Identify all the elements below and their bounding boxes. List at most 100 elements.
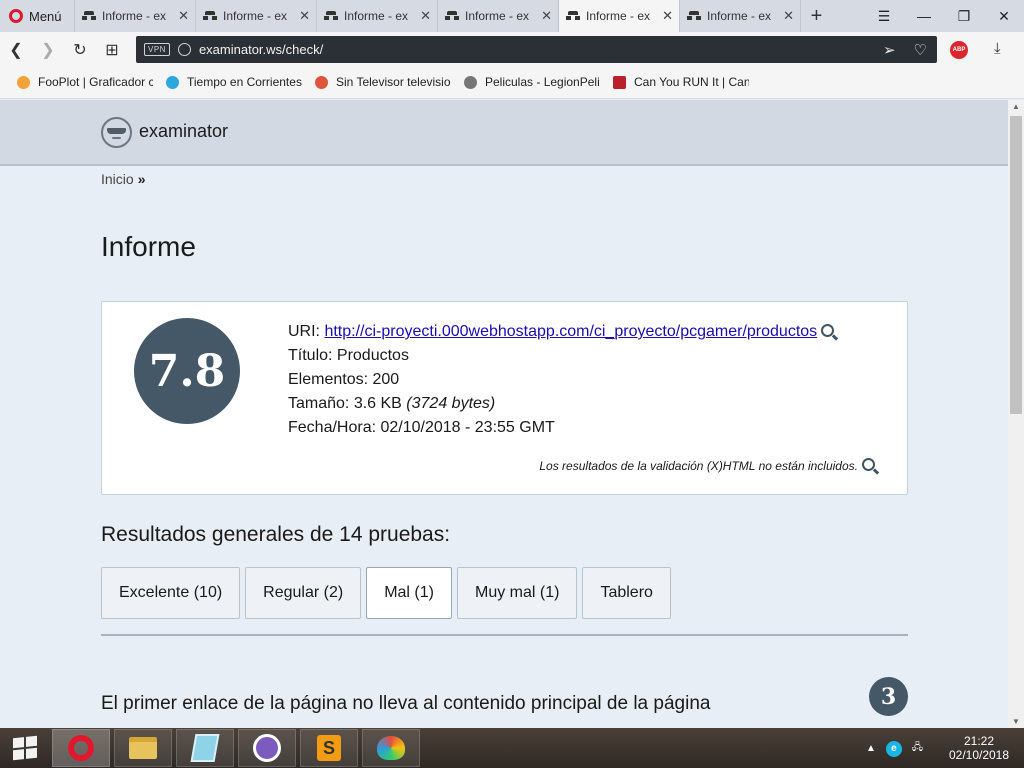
cat-app-icon <box>253 734 281 762</box>
page-scrollbar[interactable]: ▲ ▼ <box>1008 100 1024 728</box>
elements-line: Elementos: 200 <box>288 371 400 388</box>
bookmark-heart-icon[interactable]: ♡ <box>914 41 927 59</box>
filter-muy-mal[interactable]: Muy mal (1) <box>456 567 578 619</box>
notepad-icon <box>190 734 220 762</box>
bookmarks-bar: FooPlot | Graficador c Tiempo en Corrien… <box>0 68 1024 99</box>
new-tab-button[interactable]: + <box>800 0 832 32</box>
filter-tablero[interactable]: Tablero <box>582 567 671 619</box>
spy-icon <box>202 11 218 21</box>
taskbar-clock[interactable]: 21:22 02/10/2018 <box>944 734 1014 762</box>
taskbar-sublime[interactable]: S <box>300 729 358 767</box>
restore-icon[interactable]: ❐ <box>944 0 984 32</box>
tray-e-icon[interactable]: e <box>885 740 902 757</box>
results-filter-tabs: Excelente (10) Regular (2) Mal (1) Muy m… <box>101 567 671 619</box>
scroll-down-icon[interactable]: ▼ <box>1012 717 1020 726</box>
uri-label: URI: <box>288 323 320 340</box>
uri-line: URI: http://ci-proyecti.000webhostapp.co… <box>288 320 835 344</box>
bookmark-canyourunit[interactable]: Can You RUN It | Can <box>613 75 749 89</box>
taskbar-paint[interactable] <box>362 729 420 767</box>
sublime-text-icon: S <box>317 735 341 761</box>
tab-1[interactable]: Informe - ex ✕ <box>74 0 195 32</box>
spy-icon <box>444 11 460 21</box>
send-icon[interactable]: ➢ <box>883 41 896 59</box>
scroll-up-icon[interactable]: ▲ <box>1012 102 1020 111</box>
paint-icon <box>377 736 405 760</box>
tab-close-icon[interactable]: ✕ <box>420 8 431 24</box>
tab-6[interactable]: Informe - ex ✕ <box>679 0 800 32</box>
window-controls: ☰ — ❐ ✕ <box>864 0 1024 32</box>
reload-icon[interactable]: ↻ <box>64 40 96 60</box>
validation-note: Los resultados de la validación (X)HTML … <box>539 458 875 473</box>
taskbar-opera[interactable] <box>52 729 110 767</box>
download-icon[interactable]: ⤓ <box>994 40 1001 57</box>
datetime-line: Fecha/Hora: 02/10/2018 - 23:55 GMT <box>288 419 555 436</box>
tab-close-icon[interactable]: ✕ <box>783 8 794 24</box>
magnifier-icon[interactable] <box>821 324 835 337</box>
spy-logo-icon[interactable] <box>101 117 132 148</box>
filter-excelente[interactable]: Excelente (10) <box>101 567 241 619</box>
tray-chevron-icon[interactable]: ▲ <box>866 743 876 754</box>
site-logo-text[interactable]: examinator <box>139 121 228 142</box>
back-icon[interactable]: ❮ <box>0 40 32 60</box>
breadcrumb: Inicio» <box>101 171 145 187</box>
fooplot-icon <box>17 75 30 89</box>
issue-count-badge: 3 <box>869 677 908 716</box>
title-line: Título: Productos <box>288 347 409 364</box>
page-title: Informe <box>101 231 196 262</box>
report-card: 7.8 URI: http://ci-proyecti.000webhostap… <box>101 301 908 495</box>
url-text[interactable]: examinator.ws/check/ <box>199 42 875 57</box>
size-line: Tamaño: 3.6 KB (3724 bytes) <box>288 392 834 416</box>
network-icon[interactable]: 🖧 <box>912 740 923 757</box>
taskbar-cat-app[interactable] <box>238 729 296 767</box>
magnifier-icon[interactable] <box>862 458 875 471</box>
browser-tab-strip: Menú Informe - ex ✕ Informe - ex ✕ Infor… <box>0 0 1024 32</box>
taskbar-notepad[interactable] <box>176 729 234 767</box>
close-window-icon[interactable]: ✕ <box>984 0 1024 32</box>
vpn-badge[interactable]: VPN <box>144 43 170 56</box>
tab-close-icon[interactable]: ✕ <box>299 8 310 24</box>
tab-menu-icon[interactable]: ☰ <box>864 0 904 32</box>
tab-4[interactable]: Informe - ex ✕ <box>437 0 558 32</box>
uri-link[interactable]: http://ci-proyecti.000webhostapp.com/ci_… <box>324 323 817 340</box>
url-field[interactable]: VPN examinator.ws/check/ ➢ ♡ <box>136 36 937 63</box>
bookmark-tiempo[interactable]: Tiempo en Corrientes <box>166 75 302 89</box>
speed-dial-icon[interactable]: ⊞ <box>96 40 128 60</box>
film-reel-icon <box>464 75 477 89</box>
bookmark-fooplot[interactable]: FooPlot | Graficador c <box>17 75 153 89</box>
breadcrumb-separator: » <box>137 171 146 187</box>
start-button[interactable] <box>0 728 50 768</box>
tab-close-icon[interactable]: ✕ <box>178 8 189 24</box>
windows-logo-icon <box>13 735 37 761</box>
tab-3[interactable]: Informe - ex ✕ <box>316 0 437 32</box>
windows-taskbar: S ▲ e 🖧 21:22 02/10/2018 <box>0 728 1024 768</box>
opera-menu-button[interactable]: Menú <box>0 0 74 32</box>
system-tray: ▲ e 🖧 <box>866 740 923 757</box>
bookmark-label: FooPlot | Graficador c <box>38 75 153 89</box>
page-viewport: examinator Inicio» Informe 7.8 URI: http… <box>0 100 1008 728</box>
tab-label: Informe - ex <box>707 9 772 23</box>
minimize-icon[interactable]: — <box>904 0 944 32</box>
breadcrumb-home-link[interactable]: Inicio <box>101 171 134 187</box>
bookmark-peliculas[interactable]: Peliculas - LegionPeli <box>464 75 600 89</box>
opera-icon <box>68 735 94 761</box>
menu-label: Menú <box>29 8 62 24</box>
tab-5-active[interactable]: Informe - ex ✕ <box>558 0 679 32</box>
taskbar-file-explorer[interactable] <box>114 729 172 767</box>
opera-logo-icon <box>9 9 23 23</box>
tab-close-icon[interactable]: ✕ <box>541 8 552 24</box>
bookmark-label: Sin Televisor televisio <box>336 75 451 89</box>
results-title: Resultados generales de 14 pruebas: <box>101 523 451 546</box>
tab-2[interactable]: Informe - ex ✕ <box>195 0 316 32</box>
clock-time: 21:22 <box>963 734 995 748</box>
filter-mal-active[interactable]: Mal (1) <box>366 567 452 619</box>
validation-note-text: Los resultados de la validación (X)HTML … <box>539 459 858 473</box>
tab-close-icon[interactable]: ✕ <box>662 8 673 24</box>
section-divider <box>101 634 908 636</box>
adblock-icon[interactable]: ABP <box>950 41 968 59</box>
tab-label: Informe - ex <box>102 9 167 23</box>
tab-label: Informe - ex <box>344 9 409 23</box>
scroll-thumb[interactable] <box>1010 116 1022 414</box>
filter-regular[interactable]: Regular (2) <box>245 567 362 619</box>
forward-icon[interactable]: ❯ <box>32 40 64 60</box>
bookmark-sin-televisor[interactable]: Sin Televisor televisio <box>315 75 451 89</box>
